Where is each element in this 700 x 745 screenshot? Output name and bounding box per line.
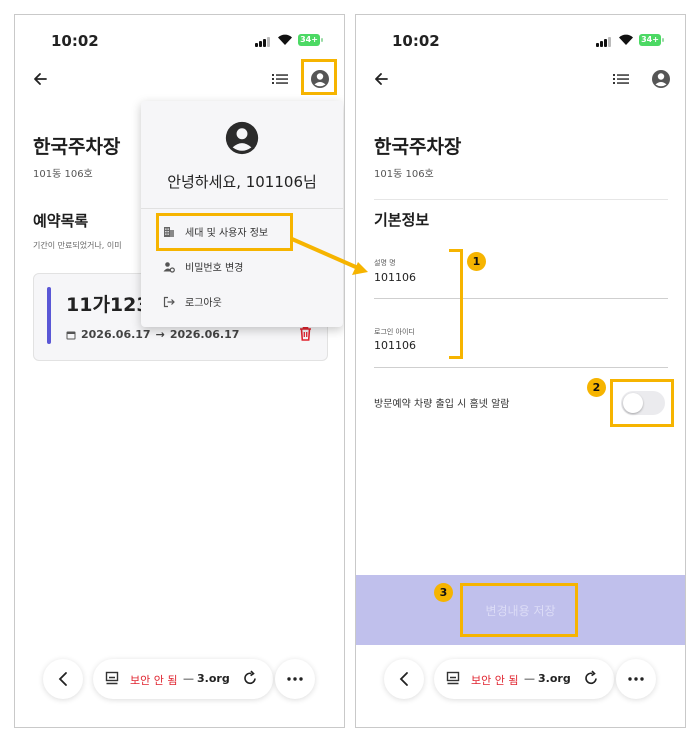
back-button[interactable]	[368, 66, 394, 92]
account-avatar-icon	[225, 121, 259, 155]
list-button[interactable]	[267, 66, 293, 92]
browser-bottom-bar: 보안 안 됨 — 3.org	[356, 655, 685, 711]
annotation-badge-1: 1	[467, 252, 486, 271]
wifi-icon	[619, 34, 633, 45]
browser-more-button[interactable]	[275, 659, 315, 699]
url-dash: —	[524, 672, 535, 685]
app-bar	[15, 63, 344, 97]
highlight-household-info	[156, 213, 293, 251]
menu-item-logout[interactable]: 로그아웃	[163, 294, 222, 309]
date-arrow: →	[155, 328, 165, 341]
back-button[interactable]	[27, 66, 53, 92]
status-time: 10:02	[392, 32, 440, 50]
tab-icon	[105, 671, 119, 685]
browser-url-pill[interactable]: 보안 안 됨 — 3.org	[434, 659, 614, 699]
field-label: 설명 명	[374, 259, 396, 267]
trash-icon	[300, 326, 311, 341]
account-button[interactable]	[648, 66, 674, 92]
signal-icon	[255, 37, 271, 47]
list-icon	[272, 74, 288, 84]
list-icon	[613, 74, 629, 84]
url-dash: —	[183, 672, 194, 685]
parking-name: 한국주차장	[374, 136, 462, 158]
status-bar: 10:02 34+	[356, 15, 685, 63]
phone-screen-right: 10:02 34+ 한국주차장 101동 106호 기본정보 설명 명 1011…	[355, 14, 686, 728]
list-button[interactable]	[608, 66, 634, 92]
battery-icon: 34+	[639, 34, 664, 46]
menu-divider	[141, 208, 343, 209]
app-bar	[356, 63, 685, 97]
menu-item-label: 비밀번호 변경	[185, 263, 244, 274]
annotation-badge-2: 2	[587, 378, 606, 397]
phone-screen-left: 10:02 34+ 한국주차장 101동 106호 예약목록 기간이 만료되었거…	[14, 14, 345, 728]
field-underline	[374, 367, 668, 368]
field-value: 101106	[374, 339, 416, 352]
url-domain: 3.org	[197, 672, 230, 685]
reservation-accent-bar	[47, 287, 51, 344]
logout-icon	[163, 296, 175, 307]
tab-icon	[446, 671, 460, 685]
date-to: 2026.06.17	[169, 328, 240, 341]
status-bar: 10:02 34+	[15, 15, 344, 63]
back-arrow-icon	[34, 73, 47, 85]
parking-name: 한국주차장	[33, 136, 121, 158]
insecure-label: 보안 안 됨	[471, 674, 519, 687]
highlight-account-button	[301, 59, 337, 95]
highlight-alarm-toggle	[610, 379, 674, 427]
unit-label: 101동 106호	[33, 169, 93, 180]
url-domain-text: 3.org	[197, 672, 230, 685]
unit-label: 101동 106호	[374, 169, 434, 180]
insecure-label: 보안 안 됨	[130, 674, 178, 687]
field-value: 101106	[374, 271, 416, 284]
battery-icon: 34+	[298, 34, 323, 46]
back-arrow-icon	[375, 73, 388, 85]
user-gear-icon	[163, 261, 175, 273]
chevron-left-icon	[399, 672, 408, 686]
browser-bottom-bar: 보안 안 됨 — 3.org	[15, 655, 344, 711]
reload-icon[interactable]	[583, 670, 599, 686]
annotation-badge-3: 3	[434, 583, 453, 602]
url-domain-text: 3.org	[538, 672, 571, 685]
reload-icon[interactable]	[242, 670, 258, 686]
browser-back-button[interactable]	[384, 659, 424, 699]
browser-back-button[interactable]	[43, 659, 83, 699]
menu-item-label: 로그아웃	[185, 298, 222, 309]
field-label: 로그인 아이디	[374, 328, 415, 336]
header-divider	[374, 199, 668, 200]
more-dots-icon	[628, 677, 644, 681]
field-underline	[374, 298, 668, 299]
status-time: 10:02	[51, 32, 99, 50]
browser-url-pill[interactable]: 보안 안 됨 — 3.org	[93, 659, 273, 699]
reservation-dates: 2026.06.17 → 2026.06.17	[66, 328, 239, 341]
section-title-basic-info: 기본정보	[374, 211, 430, 229]
highlight-fields-bracket	[449, 249, 463, 359]
calendar-icon	[66, 331, 76, 339]
browser-more-button[interactable]	[616, 659, 656, 699]
wifi-icon	[278, 34, 292, 45]
highlight-save-button	[460, 583, 578, 637]
delete-button[interactable]	[299, 326, 312, 345]
url-domain: 3.org	[538, 672, 571, 685]
alarm-toggle-label: 방문예약 차량 출입 시 홈넷 알람	[374, 399, 510, 410]
account-circle-icon	[652, 70, 670, 88]
date-from: 2026.06.17	[81, 328, 151, 341]
signal-icon	[596, 37, 612, 47]
section-note: 기간이 만료되었거나, 이미	[33, 241, 122, 250]
chevron-left-icon	[58, 672, 67, 686]
section-title-reservations: 예약목록	[33, 212, 89, 230]
menu-greeting: 안녕하세요, 101106님	[167, 173, 317, 191]
menu-item-change-password[interactable]: 비밀번호 변경	[163, 259, 243, 274]
more-dots-icon	[287, 677, 303, 681]
